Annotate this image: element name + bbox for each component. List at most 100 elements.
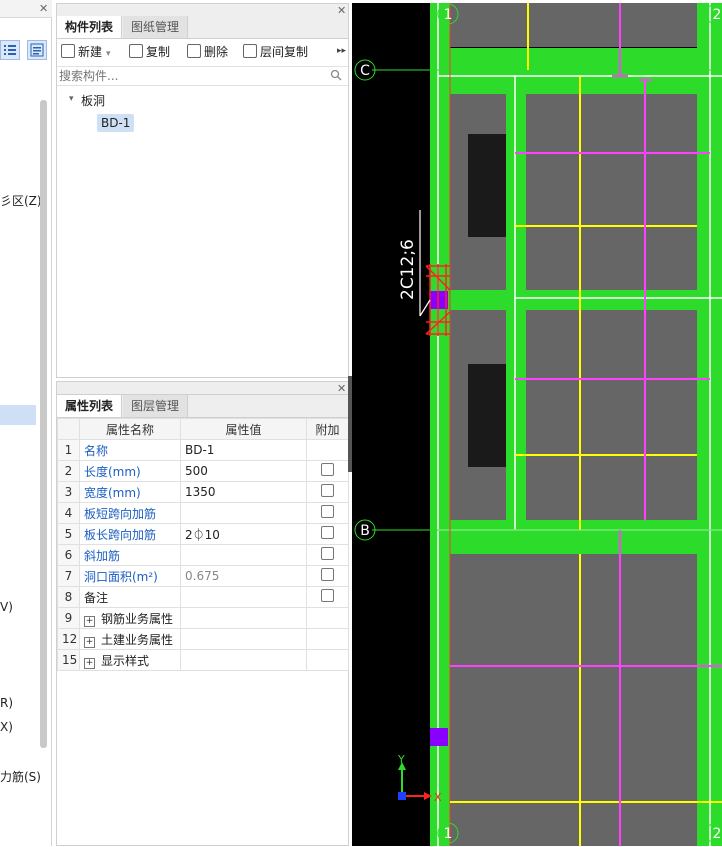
tree-group-label[interactable]: 板洞 (81, 92, 105, 109)
axis-label: 2 (713, 7, 722, 23)
search-icon[interactable] (330, 69, 342, 84)
property-extra (306, 607, 349, 629)
dropdown-arrow-icon[interactable]: ▾ (106, 49, 111, 59)
table-row[interactable]: 8 备注 (57, 586, 349, 608)
left-scrollbar[interactable] (40, 100, 47, 748)
search-input[interactable] (59, 68, 319, 84)
component-list-panel: ✕ 构件列表 图纸管理 新建▾ 复制 删除 层间复制 ▸▸ ▾ 板洞 BD-1 (56, 3, 349, 378)
property-value[interactable] (180, 586, 307, 608)
table-row[interactable]: 15 + 显示样式 (57, 649, 349, 671)
attach-checkbox[interactable] (321, 526, 334, 539)
tab-component-list[interactable]: 构件列表 (57, 16, 123, 38)
dark-opening (468, 134, 506, 237)
property-value[interactable] (180, 502, 307, 524)
attach-checkbox[interactable] (321, 589, 334, 602)
left-item-s[interactable]: 力筋(S) (0, 768, 41, 785)
left-item-x[interactable]: X) (0, 720, 13, 734)
property-value[interactable] (180, 544, 307, 566)
header-extra: 附加 (306, 418, 349, 440)
close-icon[interactable]: ✕ (337, 382, 346, 395)
header-value: 属性值 (180, 418, 307, 440)
attach-checkbox[interactable] (321, 568, 334, 581)
property-extra (306, 502, 349, 524)
row-number: 7 (57, 565, 80, 587)
row-number: 2 (57, 460, 80, 482)
detail-view-icon[interactable] (27, 40, 47, 60)
rebar-annotation[interactable]: 2C12;6 (398, 239, 418, 300)
copy-icon (129, 44, 143, 58)
table-row[interactable]: 7 洞口面积(m²) 0.675 (57, 565, 349, 587)
left-item-r[interactable]: R) (0, 696, 13, 710)
property-value[interactable]: 2⏀10 (180, 523, 307, 545)
delete-button[interactable]: 删除 (187, 41, 228, 63)
property-value (180, 628, 307, 650)
row-number: 4 (57, 502, 80, 524)
list-view-icon[interactable] (0, 40, 20, 60)
property-panel-titlebar (57, 382, 348, 395)
property-value[interactable]: BD-1 (180, 439, 307, 461)
copy-label: 复制 (146, 45, 171, 59)
expand-icon[interactable]: + (84, 636, 95, 648)
property-value[interactable]: 500 (180, 460, 307, 482)
property-value: 0.675 (180, 565, 307, 587)
property-name: 名称 (79, 439, 181, 461)
property-group[interactable]: + 土建业务属性 (79, 628, 181, 650)
attach-checkbox[interactable] (321, 547, 334, 560)
property-name: 斜加筋 (79, 544, 181, 566)
property-extra (306, 628, 349, 650)
property-extra (306, 565, 349, 587)
attach-checkbox[interactable] (321, 484, 334, 497)
property-extra (306, 649, 349, 671)
property-extra (306, 523, 349, 545)
cad-drawing[interactable]: 2C12;6 1 2 C B 1 2 Y X (352, 3, 722, 846)
expand-icon[interactable]: + (84, 657, 95, 669)
axis-label: C (360, 63, 370, 79)
new-button[interactable]: 新建 ▾ (61, 41, 111, 63)
tab-property-list[interactable]: 属性列表 (57, 395, 123, 417)
floor-copy-button[interactable]: 层间复制 (243, 41, 308, 63)
table-row[interactable]: 12 + 土建业务属性 (57, 628, 349, 650)
ucs-y-label: Y (397, 753, 405, 766)
delete-label: 删除 (204, 45, 229, 59)
table-row[interactable]: 3 宽度(mm) 1350 (57, 481, 349, 503)
table-row[interactable]: 9 + 钢筋业务属性 (57, 607, 349, 629)
left-item-v[interactable]: V) (0, 600, 13, 614)
new-icon (61, 44, 75, 58)
property-name: 长度(mm) (79, 460, 181, 482)
row-number: 12 (57, 628, 80, 650)
tree-item-bd1[interactable]: BD-1 (97, 114, 135, 132)
axis-label: 1 (444, 826, 453, 842)
property-group-label: 钢筋业务属性 (101, 611, 174, 626)
property-group-label: 显示样式 (101, 653, 150, 668)
table-row[interactable]: 2 长度(mm) 500 (57, 460, 349, 482)
expand-icon[interactable]: + (84, 615, 95, 627)
tab-layer-management[interactable]: 图层管理 (123, 395, 189, 417)
new-label: 新建 (78, 45, 103, 59)
table-row[interactable]: 6 斜加筋 (57, 544, 349, 566)
attach-checkbox[interactable] (321, 463, 334, 476)
copy-button[interactable]: 复制 (129, 41, 170, 63)
hole-marker[interactable] (430, 728, 448, 746)
row-number: 9 (57, 607, 80, 629)
tab-drawing-management[interactable]: 图纸管理 (123, 16, 189, 38)
property-name: 宽度(mm) (79, 481, 181, 503)
property-group[interactable]: + 钢筋业务属性 (79, 607, 181, 629)
tree-collapse-icon[interactable]: ▾ (69, 94, 74, 104)
row-number: 3 (57, 481, 80, 503)
header-name: 属性名称 (79, 418, 181, 440)
dark-opening (468, 364, 506, 467)
property-value[interactable]: 1350 (180, 481, 307, 503)
axis-label: B (360, 523, 370, 539)
table-row[interactable]: 4 板短跨向加筋 (57, 502, 349, 524)
left-selected-item[interactable] (0, 405, 36, 425)
property-group[interactable]: + 显示样式 (79, 649, 181, 671)
cad-canvas[interactable]: 2C12;6 1 2 C B 1 2 Y X (352, 3, 722, 846)
close-icon[interactable]: ✕ (39, 2, 48, 15)
table-row[interactable]: 5 板长跨向加筋 2⏀10 (57, 523, 349, 545)
more-tools-icon[interactable]: ▸▸ (337, 46, 346, 56)
attach-checkbox[interactable] (321, 505, 334, 518)
axis-label: 1 (444, 7, 453, 23)
property-name: 洞口面积(m²) (79, 565, 181, 587)
left-item-zone[interactable]: 彡区(Z) (0, 192, 42, 209)
table-row[interactable]: 1 名称 BD-1 (57, 439, 349, 461)
